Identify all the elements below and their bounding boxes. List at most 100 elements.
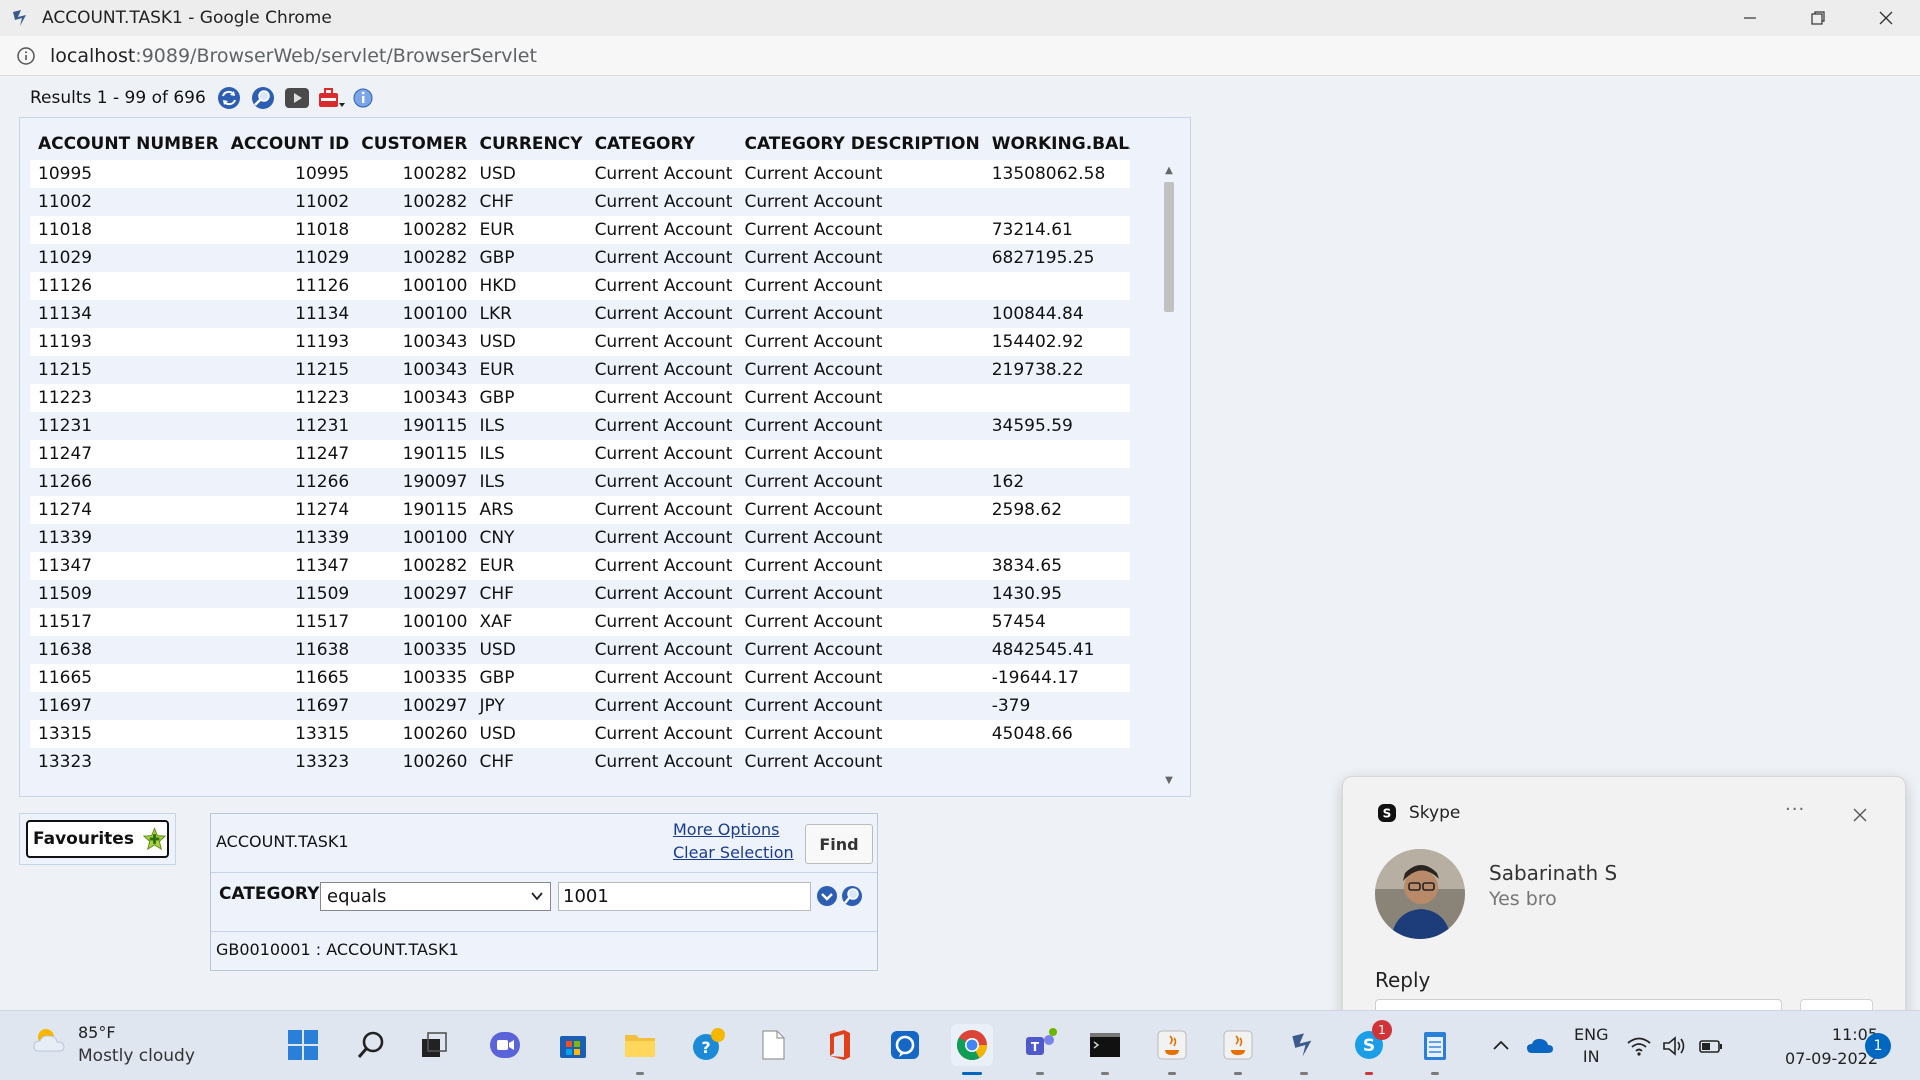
taskbar-app-store[interactable] (552, 1024, 594, 1066)
table-row[interactable]: 11517 11517 100100 XAF Current Account Curren… (30, 608, 1130, 636)
next-icon[interactable] (282, 85, 312, 111)
search-icon[interactable] (248, 85, 278, 111)
svg-text:T: T (1031, 1040, 1040, 1054)
column-header[interactable]: ACCOUNT NUMBER (30, 128, 223, 160)
table-row[interactable]: 11339 11339 100100 CNY Current Account Curren… (30, 524, 1130, 552)
table-row[interactable]: 11509 11509 100297 CHF Current Account Curren… (30, 580, 1130, 608)
scrollbar-track[interactable] (1164, 182, 1174, 768)
close-icon[interactable] (1852, 807, 1868, 823)
table-cell: 13315 (38, 724, 93, 744)
operator-select[interactable]: equals (320, 882, 551, 911)
table-row[interactable]: 11193 11193 100343 USD Current Account Curren… (30, 328, 1130, 356)
favourites-panel: Favourites (19, 813, 176, 865)
chevron-up-icon[interactable] (1490, 1035, 1512, 1057)
taskbar-app-file-explorer[interactable] (619, 1024, 661, 1075)
column-header[interactable]: CATEGORY (587, 128, 737, 160)
table-cell: Current Account (594, 752, 733, 772)
table-row[interactable]: 11274 11274 190115 ARS Current Account Curren… (30, 496, 1130, 524)
info-icon[interactable] (350, 85, 380, 111)
table-row[interactable]: 11266 11266 190097 ILS Current Account Curren… (30, 468, 1130, 496)
url-text[interactable]: localhost:9089/BrowserWeb/servlet/Browse… (50, 45, 537, 67)
taskbar-app-file[interactable] (752, 1024, 794, 1066)
expand-down-icon[interactable] (815, 884, 839, 908)
results-count: Results 1 - 99 of 696 (30, 88, 206, 108)
weather-widget[interactable]: 85°F Mostly cloudy (30, 1023, 195, 1066)
taskbar-app-notepad[interactable] (1414, 1024, 1456, 1075)
notification-center-badge[interactable]: 1 (1865, 1033, 1891, 1059)
table-row[interactable]: 13315 13315 100260 USD Current Account Curren… (30, 720, 1130, 748)
refresh-icon[interactable] (214, 85, 244, 111)
restore-button[interactable] (1784, 0, 1852, 36)
search-icon[interactable] (839, 884, 865, 908)
start-button[interactable] (282, 1024, 324, 1066)
column-header[interactable]: ACCOUNT ID (223, 128, 354, 160)
skype-unread-badge: 1 (1372, 1020, 1392, 1040)
taskbar-app-skype[interactable]: S 1 (1348, 1020, 1392, 1075)
table-row[interactable]: 11018 11018 100282 EUR Current Account Curren… (30, 216, 1130, 244)
table-cell (984, 524, 1130, 552)
site-info-icon[interactable] (16, 46, 36, 66)
divider (211, 931, 877, 932)
table-cell: Current Account (744, 416, 883, 436)
more-options-button[interactable]: ··· (1785, 799, 1805, 820)
column-header[interactable]: CURRENCY (471, 128, 586, 160)
find-button[interactable]: Find (805, 824, 873, 864)
enquiry-name: ACCOUNT.TASK1 (216, 832, 349, 851)
tools-icon[interactable] (316, 85, 346, 111)
table-row[interactable]: 11638 11638 100335 USD Current Account Curren… (30, 636, 1130, 664)
more-options-link[interactable]: More Options (673, 820, 779, 839)
table-row[interactable]: 10995 10995 100282 USD Current Account Curren… (30, 160, 1130, 188)
taskbar-app-zoom[interactable] (484, 1024, 526, 1066)
table-row[interactable]: 11231 11231 190115 ILS Current Account Curren… (30, 412, 1130, 440)
clock[interactable]: 11:05 07-09-2022 (1750, 1023, 1878, 1071)
table-cell: Current Account (594, 612, 733, 632)
column-header[interactable]: CATEGORY DESCRIPTION (736, 128, 983, 160)
taskbar-app-office[interactable] (818, 1024, 860, 1066)
table-cell: Current Account (744, 612, 883, 632)
table-row[interactable]: 11126 11126 100100 HKD Current Account Curren… (30, 272, 1130, 300)
wifi-icon[interactable] (1626, 1035, 1652, 1057)
taskbar-app-teams[interactable]: T (1019, 1024, 1061, 1075)
taskbar-app-remote[interactable] (884, 1024, 926, 1066)
table-row[interactable]: 11134 11134 100100 LKR Current Account Curren… (30, 300, 1130, 328)
close-window-button[interactable] (1852, 0, 1920, 36)
favourites-button[interactable]: Favourites (26, 820, 169, 858)
running-indicator (1431, 1072, 1439, 1075)
table-row[interactable]: 11223 11223 100343 GBP Current Account Curren… (30, 384, 1130, 412)
taskbar-app-java-2[interactable] (1217, 1024, 1259, 1075)
table-cell: 11134 (38, 304, 93, 324)
results-grid-viewport[interactable]: ACCOUNT NUMBER ACCOUNT ID CUSTOMER CURRE… (20, 118, 1130, 780)
onedrive-cloud-icon[interactable] (1526, 1036, 1554, 1056)
table-row[interactable]: 11002 11002 100282 CHF Current Account Curren… (30, 188, 1130, 216)
battery-icon[interactable] (1698, 1035, 1724, 1057)
table-row[interactable]: 13323 13323 100260 CHF Current Account Curren… (30, 748, 1130, 776)
language-indicator[interactable]: ENG IN (1574, 1024, 1608, 1068)
taskbar-app-get-help[interactable]: ? (687, 1024, 729, 1066)
minimize-button[interactable] (1716, 0, 1784, 36)
table-cell: 11231 (295, 416, 350, 436)
selection-value-input[interactable] (558, 882, 811, 911)
taskbar-app-chrome[interactable] (951, 1024, 993, 1075)
taskbar-app-temenos[interactable] (1283, 1024, 1325, 1075)
grid-scrollbar[interactable]: ▲ ▼ (1160, 162, 1178, 788)
table-row[interactable]: 11247 11247 190115 ILS Current Account Curren… (30, 440, 1130, 468)
taskbar-app-terminal[interactable] (1084, 1024, 1126, 1075)
clear-selection-link[interactable]: Clear Selection (673, 843, 794, 862)
taskbar-app-java-1[interactable] (1151, 1024, 1193, 1075)
scroll-down-arrow[interactable]: ▼ (1160, 772, 1178, 788)
table-row[interactable]: 11697 11697 100297 JPY Current Account Curren… (30, 692, 1130, 720)
scrollbar-thumb[interactable] (1164, 182, 1174, 312)
table-row[interactable]: 11347 11347 100282 EUR Current Account Curren… (30, 552, 1130, 580)
scroll-up-arrow[interactable]: ▲ (1160, 162, 1178, 178)
running-indicator (1101, 1072, 1109, 1075)
table-row[interactable]: 11029 11029 100282 GBP Current Account Curren… (30, 244, 1130, 272)
table-row[interactable]: 11215 11215 100343 EUR Current Account Curren… (30, 356, 1130, 384)
volume-icon[interactable] (1662, 1035, 1688, 1057)
column-header[interactable]: CUSTOMER (353, 128, 471, 160)
taskbar-search-button[interactable] (350, 1024, 392, 1066)
task-view-button[interactable] (413, 1024, 455, 1066)
column-header[interactable]: WORKING.BALANCE (984, 128, 1130, 160)
address-bar[interactable]: localhost:9089/BrowserWeb/servlet/Browse… (0, 36, 1920, 76)
table-cell: 100282 (402, 220, 468, 240)
table-row[interactable]: 11665 11665 100335 GBP Current Account Curren… (30, 664, 1130, 692)
